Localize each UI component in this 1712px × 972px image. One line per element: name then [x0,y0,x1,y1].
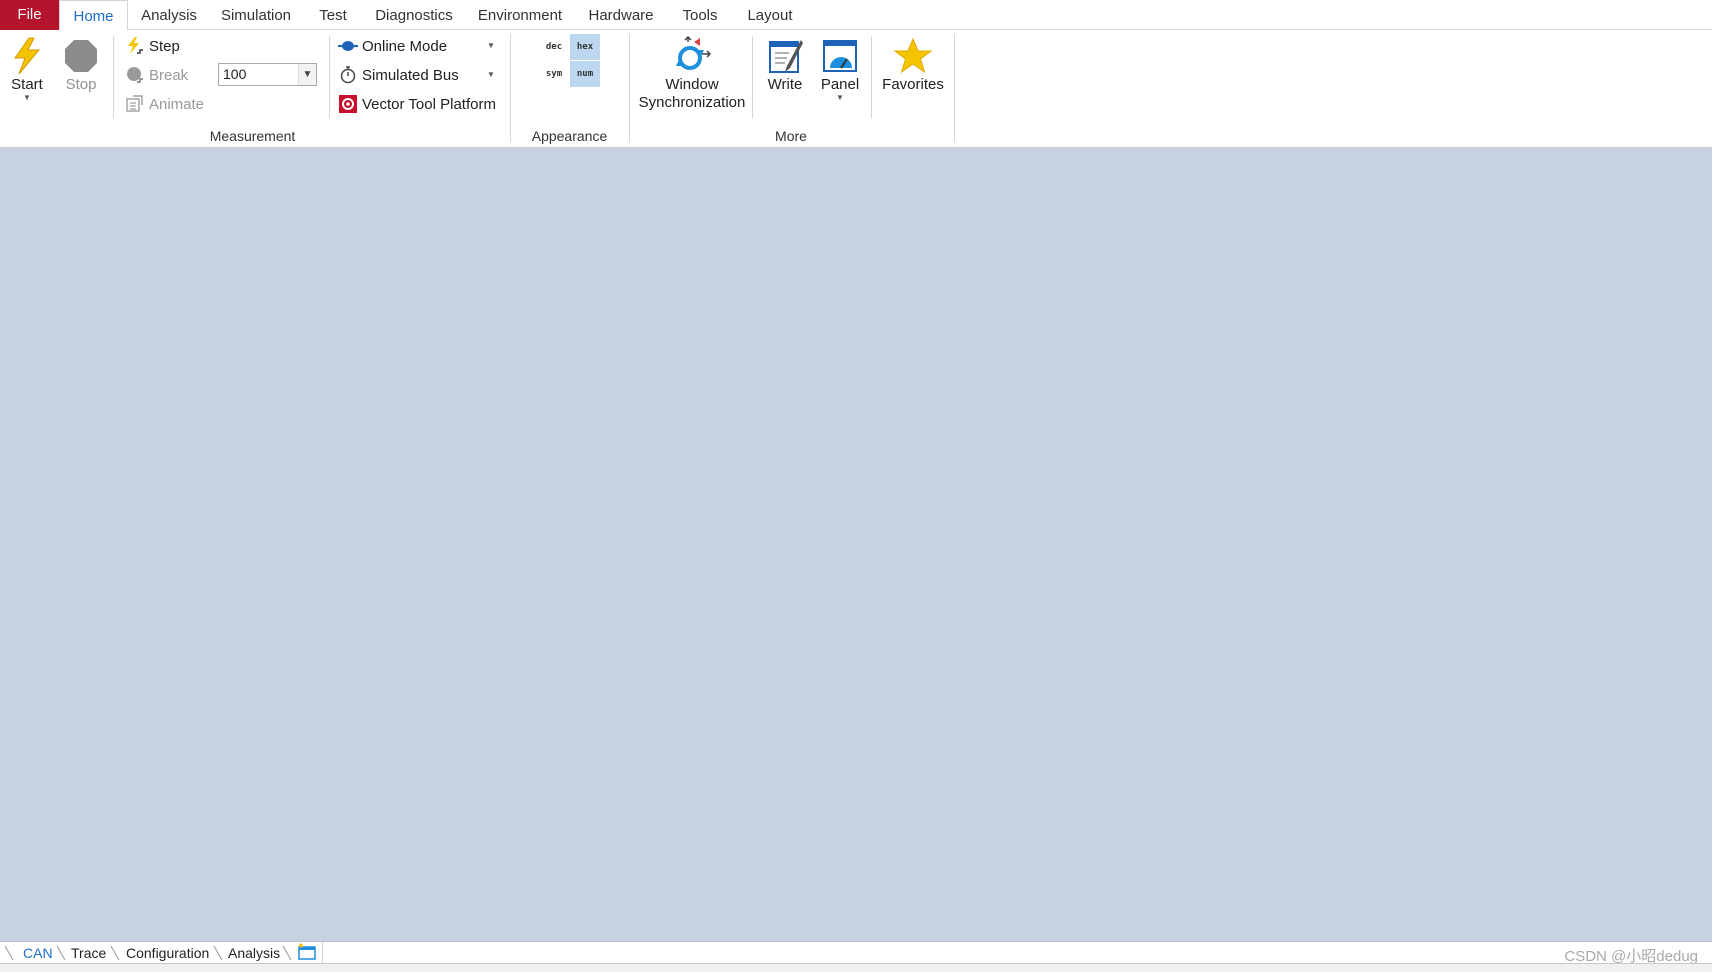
step-label: Step [149,38,180,55]
format-sym-button[interactable]: sym [539,61,569,87]
chevron-down-icon[interactable]: ▼ [298,64,316,85]
desktop-workspace[interactable] [0,148,1712,941]
separator [322,942,323,964]
favorites-label: Favorites [882,76,944,93]
simulated-bus-dropdown-icon[interactable]: ▼ [487,70,495,79]
tab-divider-icon [56,945,66,961]
chevron-down-icon: ▼ [836,93,844,102]
break-icon [127,67,143,83]
status-bar [0,963,1712,972]
step-lightning-icon [128,37,143,55]
tab-divider-icon [282,945,292,961]
simulated-bus-button[interactable]: Simulated Bus [338,64,459,88]
stop-label: Stop [65,76,97,93]
vector-tool-platform-label: Vector Tool Platform [362,96,496,113]
panel-button[interactable]: Panel ▼ [816,36,864,102]
tab-home[interactable]: Home [59,0,128,31]
start-button[interactable]: Start ▼ [4,36,50,102]
tab-divider-icon [4,945,14,961]
tab-divider-icon [110,945,120,961]
desktop-tab-trace[interactable]: Trace [71,944,106,962]
animate-icon [126,95,143,112]
tab-tools[interactable]: Tools [676,0,724,30]
desktop-tab-can[interactable]: CAN [23,944,53,962]
chevron-down-icon: ▼ [23,93,31,102]
format-num-button[interactable]: num [570,61,600,87]
group-label-measurement: Measurement [209,128,296,144]
tab-simulation[interactable]: Simulation [216,0,296,30]
break-label: Break [149,67,189,84]
window-synchronization-button[interactable]: Window Synchronization [638,36,746,112]
separator [329,36,330,118]
animate-label: Animate [149,96,205,113]
tab-layout[interactable]: Layout [740,0,800,30]
window-sync-icon [676,36,712,70]
online-mode-label: Online Mode [362,38,448,55]
simulated-bus-label: Simulated Bus [362,67,459,84]
separator [752,36,753,118]
window-sync-label-line2: Synchronization [638,94,746,111]
stop-button[interactable]: Stop [60,36,102,94]
animate-delay-value: 100 [223,66,247,82]
write-button[interactable]: Write [760,36,810,94]
group-separator [629,34,630,142]
write-pencil-icon [769,40,803,73]
tab-analysis[interactable]: Analysis [138,0,200,30]
ribbon-tab-bar: File Home Analysis Simulation Test Diagn… [0,0,1712,31]
group-separator [954,34,955,142]
start-label: Start [11,76,43,93]
ribbon-home: Start ▼ Stop Step Break Animate 100 ▼ On… [0,30,1712,148]
window-sync-label-line1: Window [665,76,719,93]
write-label: Write [767,76,803,93]
tab-divider-icon [213,945,223,961]
new-desktop-icon[interactable] [297,943,317,961]
desktop-tab-configuration[interactable]: Configuration [126,944,209,962]
format-hex-button[interactable]: hex [570,34,600,60]
star-icon [893,37,933,74]
animate-button[interactable]: Animate [125,93,204,117]
online-mode-dropdown-icon[interactable]: ▼ [487,41,495,50]
stopwatch-icon [340,66,356,84]
panel-gauge-icon [823,40,857,72]
break-button[interactable]: Break [125,64,188,88]
tab-diagnostics[interactable]: Diagnostics [370,0,458,30]
format-dec-button[interactable]: dec [539,34,569,60]
animate-delay-combo[interactable]: 100 ▼ [218,63,317,86]
desktop-tab-analysis[interactable]: Analysis [228,944,280,962]
group-label-appearance: Appearance [531,128,608,144]
tab-test[interactable]: Test [312,0,354,30]
tab-hardware[interactable]: Hardware [582,0,660,30]
tab-file[interactable]: File [0,0,59,30]
online-mode-icon [338,41,358,52]
vector-tool-platform-button[interactable]: Vector Tool Platform [338,93,496,117]
favorites-button[interactable]: Favorites [880,36,946,94]
vector-tool-platform-icon [339,95,357,114]
stop-octagon-icon [65,40,97,72]
online-mode-button[interactable]: Online Mode [338,35,447,59]
lightning-icon [14,37,41,75]
step-button[interactable]: Step [125,35,180,59]
desktop-tab-bar: CAN Trace Configuration Analysis CSDN @小… [0,941,1712,965]
separator [113,36,114,118]
group-separator [510,34,511,142]
group-label-more: More [775,128,807,144]
panel-label: Panel [820,76,860,93]
tab-environment[interactable]: Environment [474,0,566,30]
separator [871,36,872,118]
